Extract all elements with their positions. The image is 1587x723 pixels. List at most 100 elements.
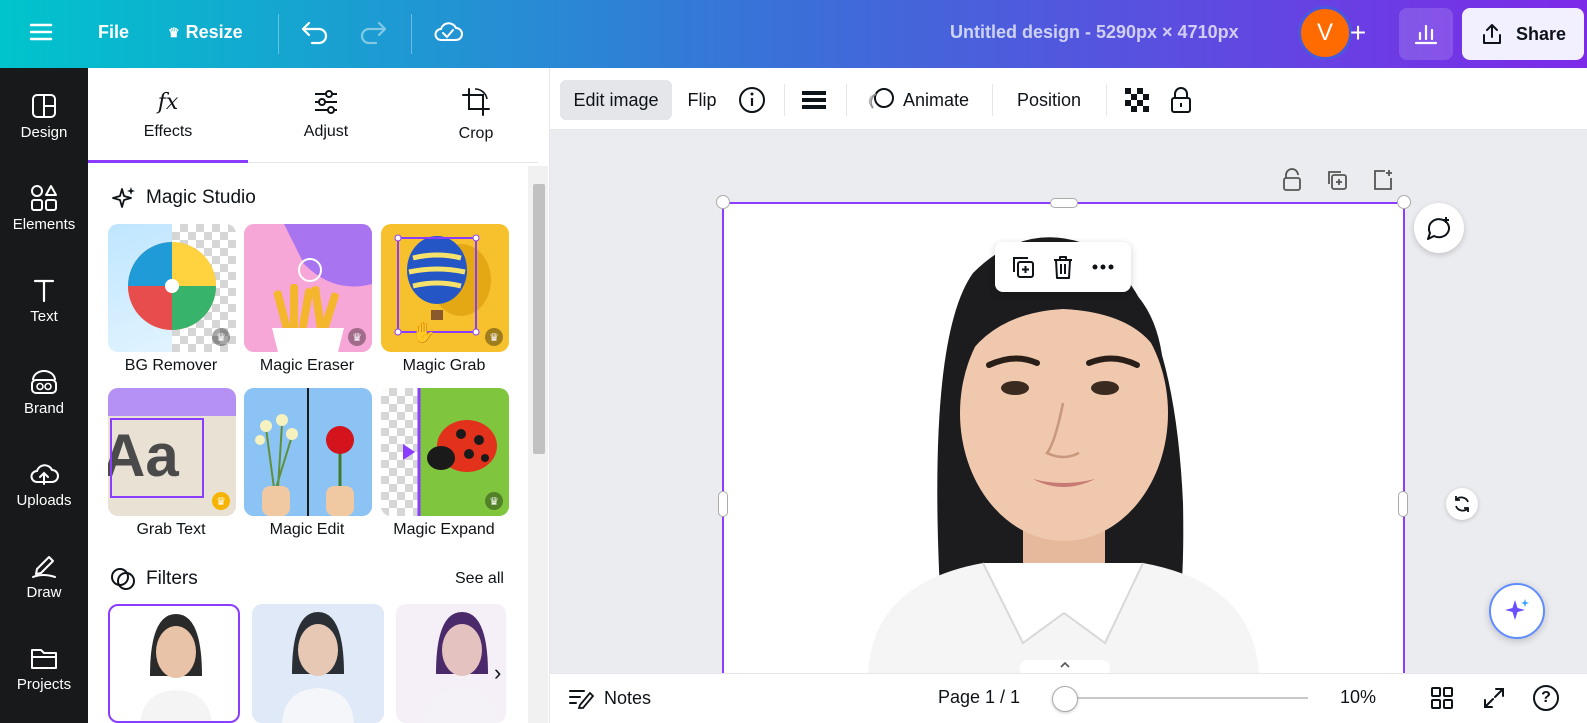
share-button[interactable]: Share: [1462, 8, 1584, 60]
tool-bg-remover[interactable]: ♛: [108, 224, 236, 352]
transparency-button[interactable]: [1120, 80, 1154, 120]
page-actions: [1281, 168, 1395, 192]
tool-magic-grab[interactable]: ✋ ♛: [381, 224, 509, 352]
zoom-level[interactable]: 10%: [1340, 687, 1376, 708]
page-indicator[interactable]: Page 1 / 1: [938, 687, 1020, 708]
rail-item-brand[interactable]: Brand: [0, 352, 88, 432]
redo-button[interactable]: [358, 18, 388, 46]
rail-item-text[interactable]: Text: [0, 260, 88, 340]
zoom-slider-knob[interactable]: [1052, 686, 1078, 712]
more-options-icon[interactable]: [1090, 254, 1116, 280]
see-all-filters-link[interactable]: See all: [455, 570, 504, 588]
tool-label: Magic Edit: [269, 521, 345, 538]
save-status-button[interactable]: [432, 18, 464, 46]
section-title: Filters: [146, 568, 198, 589]
border-weight-icon: [802, 91, 826, 109]
layout-icon: [32, 93, 56, 118]
rotate-button[interactable]: [1446, 488, 1478, 520]
add-page-icon[interactable]: [1371, 168, 1395, 192]
filters-header: Filters: [110, 566, 198, 592]
add-comment-button[interactable]: [1414, 203, 1464, 253]
info-icon: [739, 87, 765, 113]
copy-icon[interactable]: [1010, 254, 1036, 280]
rail-label: Design: [20, 123, 68, 141]
notes-label: Notes: [604, 687, 652, 708]
sliders-icon: [315, 90, 337, 114]
resize-handle-left[interactable]: [718, 491, 728, 517]
tool-magic-eraser[interactable]: ♛: [244, 224, 372, 352]
tool-grab-text[interactable]: Aa ♛: [108, 388, 236, 516]
rail-item-projects[interactable]: Projects: [0, 628, 88, 708]
tab-adjust[interactable]: Adjust: [246, 68, 406, 162]
crown-icon: ♛: [168, 24, 180, 40]
rail-item-draw[interactable]: Draw: [0, 536, 88, 616]
rail-item-design[interactable]: Design: [0, 76, 88, 156]
flowers-image: [244, 388, 372, 516]
tab-label: Crop: [458, 125, 494, 142]
active-tab-indicator: [88, 160, 248, 163]
top-bar: File ♛ Resize Untitled design - 5290px ×…: [0, 0, 1587, 68]
portrait-thumb: [282, 612, 354, 723]
rail-item-elements[interactable]: Elements: [0, 168, 88, 248]
tab-label: Adjust: [303, 123, 349, 140]
notes-button[interactable]: Notes: [568, 687, 651, 709]
filter-thumb-purple[interactable]: [396, 604, 506, 723]
cloud-upload-icon: [30, 463, 59, 485]
tool-magic-edit[interactable]: [244, 388, 372, 516]
menu-button[interactable]: [28, 20, 54, 44]
position-button[interactable]: Position: [1006, 80, 1092, 120]
portrait-thumb: [140, 614, 212, 721]
crown-icon: ♛: [485, 328, 503, 346]
magic-studio-header: Magic Studio: [110, 185, 256, 211]
info-button[interactable]: [734, 80, 770, 120]
tool-label: BG Remover: [124, 357, 218, 374]
duplicate-page-icon[interactable]: [1325, 168, 1349, 192]
beach-ball-image: [128, 242, 216, 330]
chevron-up-icon: [1060, 661, 1070, 668]
zoom-slider-track[interactable]: [1062, 697, 1308, 699]
grid-view-button[interactable]: [1430, 686, 1454, 710]
divider: [278, 14, 279, 54]
undo-button[interactable]: [300, 18, 330, 46]
rail-label: Text: [30, 307, 58, 325]
panel-scroll-thumb[interactable]: [533, 184, 545, 454]
rail-item-uploads[interactable]: Uploads: [0, 444, 88, 524]
rail-label: Uploads: [16, 491, 72, 509]
border-style-button[interactable]: [796, 80, 832, 120]
insights-button[interactable]: [1399, 8, 1453, 60]
tab-effects[interactable]: fx Effects: [88, 68, 248, 162]
resize-button[interactable]: ♛ Resize: [168, 22, 243, 43]
file-menu-button[interactable]: File: [98, 22, 129, 43]
resize-handle-right[interactable]: [1398, 491, 1408, 517]
show-pages-handle[interactable]: [1020, 660, 1110, 674]
resize-handle-top-left[interactable]: [716, 195, 730, 209]
tab-label: Effects: [143, 122, 193, 140]
lock-open-icon[interactable]: [1281, 168, 1303, 192]
rail-label: Projects: [16, 675, 72, 693]
notes-icon: [569, 690, 594, 709]
filters-next-button[interactable]: ›: [494, 660, 501, 686]
crown-icon: ♛: [212, 492, 230, 510]
undo-icon: [301, 21, 328, 45]
magic-assistant-button[interactable]: [1489, 583, 1545, 639]
tab-crop[interactable]: Crop: [396, 68, 556, 162]
crop-icon: [462, 88, 490, 116]
tool-magic-expand[interactable]: ♛: [381, 388, 509, 516]
lock-button[interactable]: [1164, 80, 1198, 120]
document-title[interactable]: Untitled design - 5290px × 4710px: [950, 22, 1239, 43]
banner-strip: [108, 388, 236, 416]
flip-button[interactable]: Flip: [680, 80, 724, 120]
add-collaborator-button[interactable]: +: [1338, 7, 1378, 59]
section-title: Magic Studio: [146, 187, 256, 208]
crown-icon: ♛: [485, 492, 503, 510]
rail-label: Elements: [12, 215, 76, 233]
animate-button[interactable]: Animate: [860, 80, 976, 120]
edit-image-button[interactable]: Edit image: [560, 80, 672, 120]
filter-thumb-original[interactable]: [108, 604, 240, 723]
resize-handle-top-right[interactable]: [1397, 195, 1411, 209]
trash-icon[interactable]: [1051, 254, 1075, 280]
resize-handle-top[interactable]: [1050, 198, 1078, 208]
filter-thumb-cool[interactable]: [252, 604, 384, 723]
fullscreen-button[interactable]: [1482, 686, 1506, 710]
help-button[interactable]: ?: [1533, 685, 1559, 711]
